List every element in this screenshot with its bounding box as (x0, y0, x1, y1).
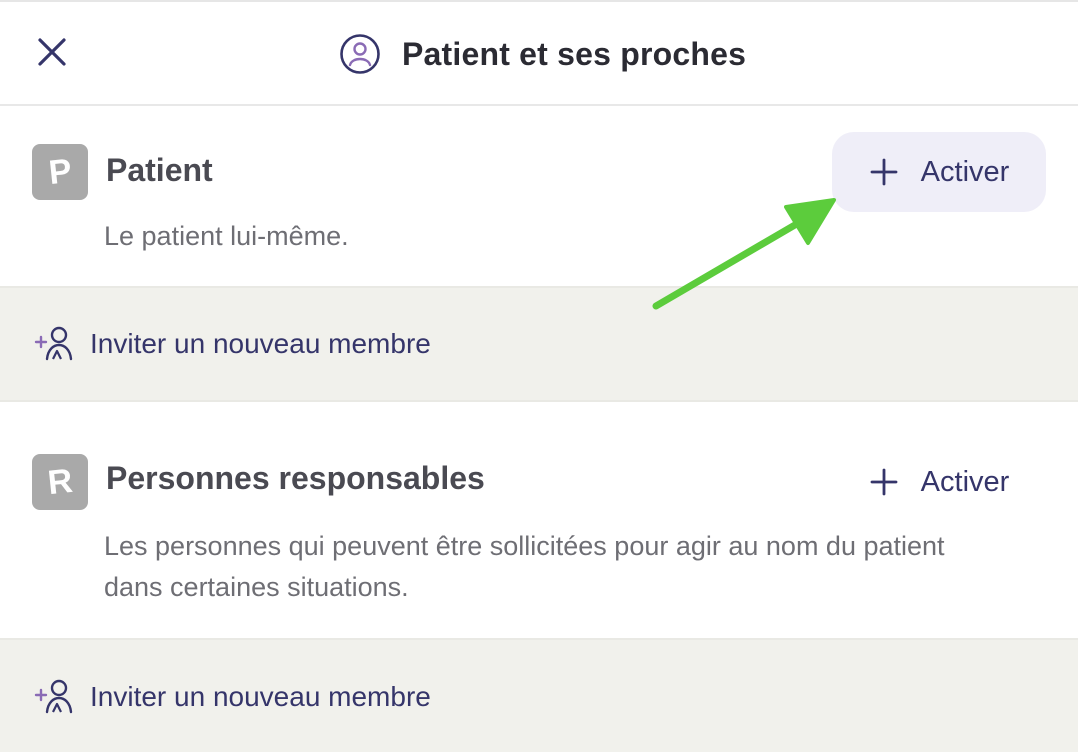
page-title: Patient et ses proches (402, 35, 747, 72)
activate-patient-button[interactable]: Activer (832, 132, 1046, 212)
add-person-icon (32, 677, 78, 717)
members-panel: Patient et ses proches P Patient Le pati… (0, 0, 1078, 752)
role-description: Le patient lui-même. (104, 221, 349, 251)
close-button[interactable] (28, 28, 76, 76)
panel-header: Patient et ses proches (0, 2, 1078, 106)
role-badge-letter: R (45, 461, 75, 502)
invite-label: Inviter un nouveau membre (90, 328, 431, 359)
user-circle-icon (338, 32, 382, 76)
invite-member-button-responsables[interactable]: Inviter un nouveau membre (0, 638, 1078, 752)
role-title: Personnes responsables (106, 460, 485, 496)
add-person-icon (32, 324, 78, 364)
activate-label: Activer (920, 155, 1010, 188)
role-badge-letter: P (46, 151, 74, 192)
invite-member-button-patient[interactable]: Inviter un nouveau membre (0, 286, 1078, 402)
section-patient: P Patient Le patient lui-même. Activer (0, 108, 1078, 286)
role-badge-patient: P (32, 144, 88, 200)
role-title: Patient (106, 152, 213, 188)
plus-icon (869, 157, 899, 187)
activate-responsables-button[interactable]: Activer (842, 442, 1036, 522)
close-icon[interactable] (35, 35, 69, 69)
plus-icon (869, 467, 899, 497)
header-title-group: Patient et ses proches (338, 32, 746, 76)
role-description: Les personnes qui peuvent être sollicité… (104, 531, 945, 602)
section-responsables: R Personnes responsables Les personnes q… (0, 402, 1078, 638)
activate-label: Activer (920, 465, 1010, 498)
role-badge-responsables: R (32, 454, 88, 510)
invite-label: Inviter un nouveau membre (90, 681, 431, 712)
